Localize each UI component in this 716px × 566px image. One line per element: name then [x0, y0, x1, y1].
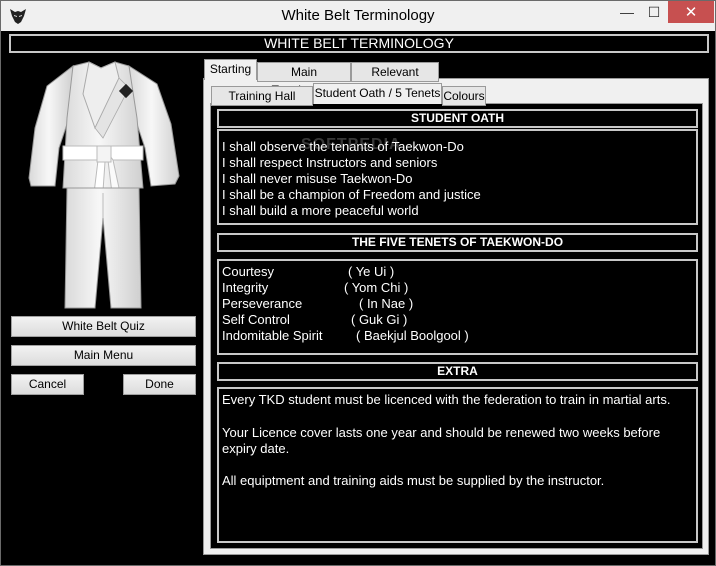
- oath-header: STUDENT OATH: [217, 109, 698, 128]
- page-title: WHITE BELT TERMINOLOGY: [9, 34, 709, 53]
- minimize-button[interactable]: —: [614, 1, 640, 23]
- white-belt-quiz-button[interactable]: White Belt Quiz: [11, 316, 196, 337]
- extra-body: Every TKD student must be licenced with …: [217, 387, 698, 543]
- maximize-button[interactable]: ☐: [641, 1, 667, 23]
- tenets-body: Courtesy ( Ye Ui ) Integrity ( Yom Chi )…: [217, 259, 698, 355]
- close-button[interactable]: ✕: [668, 1, 714, 23]
- tenets-header: THE FIVE TENETS OF TAEKWON-DO: [217, 233, 698, 252]
- tenet-korean: ( Ye Ui ): [348, 264, 395, 279]
- oath-line: I shall build a more peaceful world: [222, 203, 419, 218]
- tenet-name: Courtesy: [222, 264, 275, 279]
- watermark: SOFTPEDIA: [301, 136, 402, 153]
- tab-starting[interactable]: Starting: [204, 59, 257, 80]
- tenet-korean: ( In Nae ): [359, 296, 414, 311]
- oath-line: I shall never misuse Taekwon-Do: [222, 171, 413, 186]
- cancel-button[interactable]: Cancel: [11, 374, 84, 395]
- tab-main-terminology[interactable]: Main Terminology: [257, 62, 351, 97]
- app-window: White Belt Terminology — ☐ ✕ WHITE BELT …: [0, 0, 716, 566]
- extra-line: expiry date.: [222, 441, 290, 456]
- tab-relevant-videos[interactable]: Relevant Videos: [351, 62, 439, 97]
- oath-body: I shall observe the tenants of Taekwon-D…: [217, 129, 698, 225]
- done-button[interactable]: Done: [123, 374, 196, 395]
- tenet-name: Indomitable Spirit: [222, 328, 323, 343]
- tenet-name: Integrity: [222, 280, 269, 295]
- window-title: White Belt Terminology: [281, 7, 435, 24]
- extra-header: EXTRA: [217, 362, 698, 381]
- uniform-image: [11, 58, 195, 313]
- oath-line: I shall respect Instructors and seniors: [222, 155, 438, 170]
- tab-training-hall-rules[interactable]: Training Hall Rules: [211, 86, 313, 121]
- tenet-korean: ( Baekjul Boolgool ): [356, 328, 469, 343]
- tenet-name: Perseverance: [222, 296, 303, 311]
- extra-line: All equiptment and training aids must be…: [222, 473, 605, 488]
- tenet-name: Self Control: [222, 312, 290, 327]
- oath-line: I shall be a champion of Freedom and jus…: [222, 187, 481, 202]
- title-bar[interactable]: White Belt Terminology — ☐ ✕: [1, 1, 715, 31]
- tab-colours[interactable]: Colours: [442, 86, 486, 106]
- tenet-korean: ( Guk Gi ): [351, 312, 408, 327]
- extra-line: Your Licence cover lasts one year and sh…: [222, 425, 661, 440]
- tab-student-oath-tenets[interactable]: Student Oath / 5 Tenets: [313, 83, 442, 104]
- extra-line: Every TKD student must be licenced with …: [222, 392, 671, 407]
- main-menu-button[interactable]: Main Menu: [11, 345, 196, 366]
- tenet-korean: ( Yom Chi ): [344, 280, 409, 295]
